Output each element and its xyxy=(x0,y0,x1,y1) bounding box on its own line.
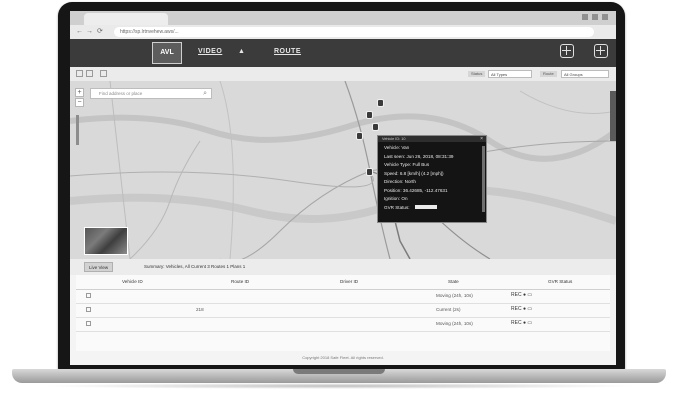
truck-icon: ▭ xyxy=(527,306,533,312)
zoom-out-button[interactable]: − xyxy=(75,98,84,107)
map-search-placeholder: Find address or place xyxy=(99,91,143,96)
browser-address-bar: ← → ⟳ https://sp.lrtnvehew.aws/... xyxy=(70,25,616,39)
gvr-status-cell: REC ● ▭ xyxy=(511,306,532,312)
camera-icon: ● xyxy=(522,292,526,298)
laptop-notch xyxy=(293,369,385,374)
map-view[interactable]: Find address or place ⌕ + − Vehicle ID: … xyxy=(70,81,616,259)
popup-row-ignition: Ignition: On xyxy=(384,196,408,201)
list-icon[interactable] xyxy=(100,70,107,77)
row-checkbox[interactable] xyxy=(86,321,91,326)
vehicle-table: Vehicle ID Route ID Driver ID State GVR … xyxy=(76,275,610,351)
close-window-icon[interactable] xyxy=(602,14,608,20)
close-icon[interactable]: × xyxy=(480,136,483,142)
nav-stream-icon[interactable]: ▲ xyxy=(238,48,245,55)
popup-row-position: Position: 36.42685, -112.47631 xyxy=(384,187,448,193)
laptop-screen: ← → ⟳ https://sp.lrtnvehew.aws/... AVL V… xyxy=(70,11,616,365)
vehicle-marker[interactable] xyxy=(366,168,373,176)
back-icon[interactable]: ← xyxy=(76,28,83,36)
rec-badge: REC xyxy=(511,292,522,298)
popup-gvr-label: GVR Status: xyxy=(384,204,410,210)
layers-icon[interactable] xyxy=(76,70,83,77)
popup-row-vehicle-type: Vehicle Type: Full Bus xyxy=(384,162,430,167)
route-select[interactable]: All Groups xyxy=(561,70,609,78)
filter-icon[interactable] xyxy=(86,70,93,77)
camera-icon: ● xyxy=(522,320,526,326)
tab-live-view[interactable]: Live View xyxy=(84,262,114,272)
filter-label-route: Route xyxy=(540,71,557,77)
filter-label-status: Status xyxy=(468,71,486,77)
vehicle-marker[interactable] xyxy=(377,99,384,107)
app-header: AVL VIDEO ▲ ROUTE xyxy=(70,39,616,67)
reload-icon[interactable]: ⟳ xyxy=(97,28,103,36)
popup-row-last-seen: Last seen: Jun 26, 2018, 08:31:39 xyxy=(384,153,454,159)
maximize-icon[interactable] xyxy=(592,14,598,20)
popup-row-speed: Speed: 6.8 [km/h] (4.2 [mph]) xyxy=(384,170,444,176)
map-search-input[interactable]: Find address or place ⌕ xyxy=(90,88,212,99)
truck-icon: ▭ xyxy=(527,320,533,326)
map-terrain xyxy=(70,81,616,259)
popup-row-direction: Direction: North xyxy=(384,179,416,184)
map-scrollbar[interactable] xyxy=(610,91,616,141)
camera-icon: ● xyxy=(522,306,526,312)
zoom-in-button[interactable]: + xyxy=(75,88,84,97)
zoom-slider[interactable] xyxy=(76,115,79,145)
vehicle-marker[interactable] xyxy=(366,111,373,119)
rec-badge: REC xyxy=(511,306,522,312)
browser-tab[interactable] xyxy=(84,13,168,25)
table-row[interactable]: 218 Current (2s) REC ● ▭ xyxy=(76,303,610,318)
row-checkbox[interactable] xyxy=(86,307,91,312)
status-select[interactable]: All Types xyxy=(488,70,532,78)
gvr-status-icons xyxy=(414,205,437,210)
col-gvr-status[interactable]: GVR Status xyxy=(548,279,572,284)
vehicle-marker[interactable] xyxy=(356,132,363,140)
gvr-status-cell: REC ● ▭ xyxy=(511,292,532,298)
vehicle-marker[interactable] xyxy=(372,123,379,131)
forward-icon[interactable]: → xyxy=(86,28,93,36)
cell-state: Moving (24h, 10s) xyxy=(436,321,473,326)
col-vehicle-id[interactable]: Vehicle ID xyxy=(122,279,143,284)
bottom-tab-bar: Live View Summary: Vehicles, All Current… xyxy=(70,259,616,275)
popup-row-gvr-status: GVR Status: xyxy=(384,204,486,213)
tab-summary[interactable]: Summary: Vehicles, All Current 3 Routes … xyxy=(140,262,249,272)
laptop-shadow xyxy=(40,383,640,389)
vehicle-info-popup: Vehicle ID: 10 × Vehicle: Van Last seen:… xyxy=(377,135,487,223)
cell-route: 218 xyxy=(196,307,204,312)
table-row[interactable]: Moving (24h, 10s) REC ● ▭ xyxy=(76,317,610,332)
col-state[interactable]: State xyxy=(448,279,459,284)
table-header: Vehicle ID Route ID Driver ID State GVR … xyxy=(76,275,610,290)
cell-state: Current (2s) xyxy=(436,307,461,312)
avl-logo[interactable]: AVL xyxy=(152,42,182,64)
col-driver-id[interactable]: Driver ID xyxy=(340,279,358,284)
url-input[interactable]: https://sp.lrtnvehew.aws/... xyxy=(114,27,594,37)
grid-icon[interactable] xyxy=(560,44,574,58)
browser-tab-bar xyxy=(70,11,616,25)
row-checkbox[interactable] xyxy=(86,293,91,298)
nav-route[interactable]: ROUTE xyxy=(274,48,301,55)
satellite-layer-toggle[interactable] xyxy=(84,227,128,255)
cell-state: Moving (24h, 10s) xyxy=(436,293,473,298)
table-row[interactable]: Moving (24h, 10s) REC ● ▭ xyxy=(76,289,610,304)
minimize-icon[interactable] xyxy=(582,14,588,20)
rec-badge: REC xyxy=(511,320,522,326)
nav-video[interactable]: VIDEO xyxy=(198,48,222,55)
map-toolbar: Status All Types Route All Groups xyxy=(70,67,616,81)
grid-icon-2[interactable] xyxy=(594,44,608,58)
popup-scrollbar[interactable] xyxy=(482,146,485,212)
search-icon[interactable]: ⌕ xyxy=(203,90,207,98)
gvr-status-cell: REC ● ▭ xyxy=(511,320,532,326)
popup-row-vehicle: Vehicle: Van xyxy=(384,145,410,150)
truck-icon: ▭ xyxy=(527,292,533,298)
col-route-id[interactable]: Route ID xyxy=(231,279,249,284)
page-footer: Copyright 2018 Safe Fleet. All rights re… xyxy=(302,355,384,360)
